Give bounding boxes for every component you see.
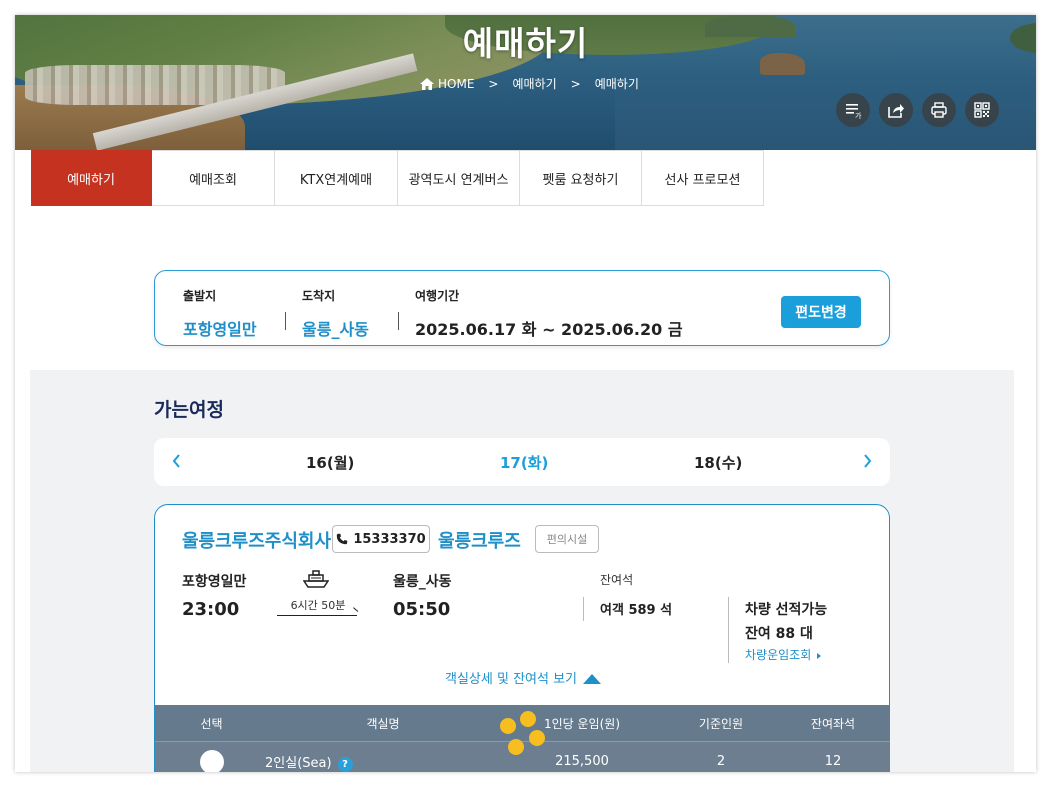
phone-number: 15333370 [353,531,426,547]
divider [285,312,286,330]
departure-group: 출발지 포항영일만 [183,287,257,340]
facilities-button[interactable]: 편의시설 [535,525,599,553]
text-size-icon: 가 [846,104,862,119]
arrival-label: 도착지 [302,289,336,303]
departure-label: 출발지 [183,289,217,303]
breadcrumb-separator: > [570,76,581,91]
vehicle-fare-link[interactable]: 차량운임조회 [745,646,822,663]
departure-value: 포항영일만 [183,320,257,339]
from-port: 포항영일만 [182,574,247,590]
caret-right-icon [817,653,822,659]
base-people-cell: 2 [716,754,726,769]
phone-badge[interactable]: 15333370 [332,525,430,553]
breadcrumb: HOME > 예매하기 > 예매하기 [420,75,639,92]
arrival-group: 도착지 울릉_사동 [302,287,369,340]
select-cell [155,749,268,772]
share-button[interactable] [879,93,913,127]
section-title: 가는여정 [154,399,224,421]
breadcrumb-reservation[interactable]: 예매하기 [512,75,556,92]
remaining-label: 잔여석 [600,573,634,587]
print-button[interactable] [922,93,956,127]
chevron-right-icon[interactable] [857,450,877,472]
chevron-left-icon[interactable] [167,450,187,472]
room-detail-label: 객실상세 및 잔여석 보기 [445,672,577,687]
svg-text:가: 가 [855,111,862,119]
period-value: 2025.06.17 화 ~ 2025.06.20 금 [415,320,683,339]
share-icon [888,104,904,118]
divider [728,597,729,663]
page-frame: 예매하기 HOME > 예매하기 > 예매하기 가 예매하기 예매조회 KTX연… [15,15,1036,772]
tab-carrier-promotion[interactable]: 선사 프로모션 [642,150,764,206]
room-radio[interactable] [199,749,224,772]
tool-buttons: 가 [836,93,999,127]
phone-icon [337,533,348,545]
loading-spinner-icon [499,710,549,760]
col-base-people: 기준인원 [698,716,744,731]
tab-reservation[interactable]: 예매하기 [31,150,152,206]
col-room-name: 객실명 [366,716,400,731]
home-icon [420,77,434,90]
to-time: 05:50 [393,599,451,620]
triangle-up-icon [583,674,601,684]
ship-name: 울릉크루즈 [438,531,521,552]
tab-pet-room[interactable]: 펫룸 요청하기 [520,150,642,206]
room-name-cell: 2인실(Sea)? [265,752,498,772]
date-selector: 16(월) 17(화) 18(수) [154,438,890,486]
vehicle-remaining: 잔여 88 대 [745,626,813,642]
vehicle-fare-label: 차량운임조회 [745,648,812,662]
period-label: 여행기간 [415,289,460,303]
col-remaining: 잔여좌석 [810,716,856,731]
date-next[interactable]: 18(수) [694,452,742,473]
tab-ktx-linked[interactable]: KTX연계예매 [275,150,398,206]
room-name: 2인실(Sea) [265,755,332,771]
tab-bar: 예매하기 예매조회 KTX연계예매 광역도시 연계버스 펫룸 요청하기 선사 프… [31,150,764,206]
duration: 6시간 50분 [290,599,346,612]
page-title: 예매하기 [462,24,589,63]
text-size-button[interactable]: 가 [836,93,870,127]
duration-arrow [277,615,357,616]
to-port: 울릉_사동 [393,574,452,590]
company-name: 울릉크루즈주식회사 [182,531,332,552]
room-detail-toggle[interactable]: 객실상세 및 잔여석 보기 [155,668,891,687]
breadcrumb-current[interactable]: 예매하기 [595,75,639,92]
arrival-value: 울릉_사동 [302,320,369,339]
tab-metro-bus[interactable]: 광역도시 연계버스 [398,150,520,206]
tab-reservation-inquiry[interactable]: 예매조회 [152,150,275,206]
qr-code-icon [974,102,990,118]
col-select: 선택 [200,716,223,731]
date-selected[interactable]: 17(화) [500,452,548,473]
search-summary: 출발지 포항영일만 도착지 울릉_사동 여행기간 2025.06.17 화 ~ … [154,270,890,346]
breadcrumb-home[interactable]: HOME [438,77,474,91]
print-icon [931,102,947,118]
divider [583,597,584,621]
period-group: 여행기간 2025.06.17 화 ~ 2025.06.20 금 [415,287,683,340]
remaining-cell: 12 [824,754,842,769]
help-icon[interactable]: ? [337,756,353,772]
ship-icon [303,570,329,588]
from-time: 23:00 [182,599,240,620]
change-trip-button[interactable]: 편도변경 [781,296,861,328]
breadcrumb-separator: > [488,76,499,91]
vehicle-available: 차량 선적가능 [745,602,828,618]
qr-code-button[interactable] [965,93,999,127]
date-prev[interactable]: 16(월) [306,452,354,473]
hero-banner: 예매하기 HOME > 예매하기 > 예매하기 가 [15,15,1036,150]
passenger-remaining: 여객 589 석 [600,603,673,618]
divider [398,312,399,330]
